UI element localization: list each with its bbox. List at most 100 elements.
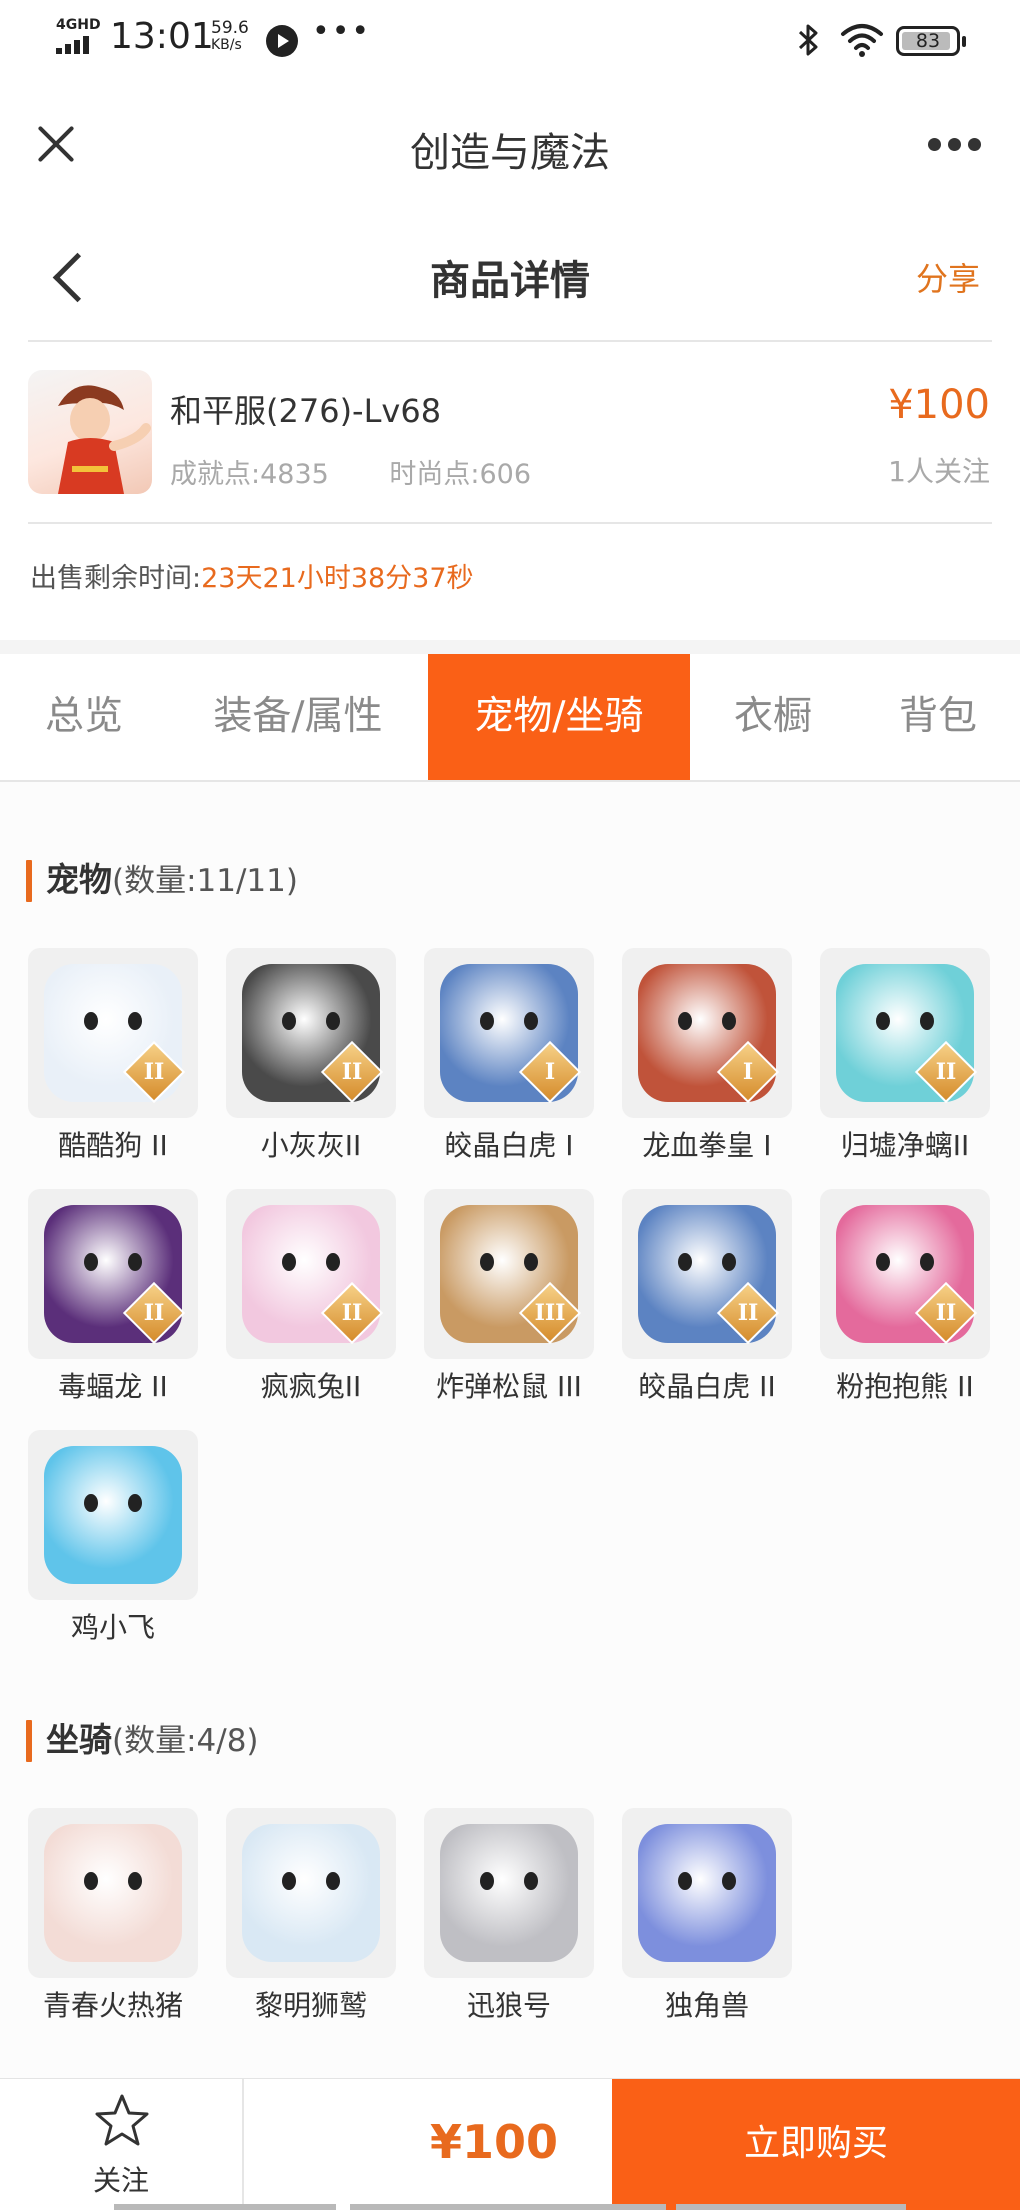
pet-item[interactable]: I 皎晶白虎 I [424, 948, 594, 1178]
divider [28, 340, 992, 342]
tier-badge-text: I [544, 1059, 556, 1085]
status-bar: 4GHD 13:01 59.6 KB/s ••• 83 [0, 0, 1020, 80]
pet-item[interactable]: II 疯疯兔II [226, 1189, 396, 1419]
pet-item[interactable]: I 龙血拳皇 I [622, 948, 792, 1178]
buy-now-button[interactable]: 立即购买 [612, 2079, 1020, 2210]
pet-item[interactable]: 鸡小飞 [28, 1430, 198, 1660]
battery-level: 83 [915, 30, 941, 52]
pet-item[interactable]: II 小灰灰II [226, 948, 396, 1178]
network-type: 4GHD [56, 17, 101, 33]
scroll-indicator [114, 2204, 336, 2210]
wifi-icon [841, 24, 883, 57]
mount-item[interactable]: 迅狼号 [424, 1808, 594, 2038]
mount-item[interactable]: 青春火热猪 [28, 1808, 198, 2038]
pet-thumbnail [28, 1430, 198, 1600]
scroll-indicator [676, 2204, 906, 2210]
character-avatar [28, 370, 152, 494]
tier-badge-text: II [737, 1300, 759, 1326]
section-gap [0, 640, 1020, 654]
tier-badge-text: II [143, 1059, 165, 1085]
mount-name: 独角兽 [664, 1989, 749, 2022]
signal-icon [56, 34, 98, 54]
pet-name: 龙血拳皇 I [642, 1129, 772, 1162]
mount-name: 迅狼号 [466, 1989, 551, 2022]
pets-mounts-panel: 宠物(数量:11/11) II 酷酷狗 II II 小灰灰II I 皎晶白虎 I I 龙血拳皇… [0, 782, 1020, 2078]
star-icon [95, 2094, 149, 2146]
pet-name: 鸡小飞 [70, 1611, 155, 1644]
tier-badge-text: II [143, 1300, 165, 1326]
page-header: 商品详情 分享 [0, 210, 1020, 342]
mount-thumbnail [622, 1808, 792, 1978]
product-stats: 成就点:4835 时尚点:606 [170, 452, 583, 491]
pet-name: 小灰灰II [260, 1129, 362, 1162]
mount-thumbnail [424, 1808, 594, 1978]
pet-name: 皎晶白虎 II [638, 1370, 776, 1403]
follow-label: 关注 [92, 2164, 149, 2197]
share-button[interactable]: 分享 [916, 254, 980, 300]
pets-title: 宠物 [46, 860, 112, 899]
bottom-price: ¥100 [429, 2115, 558, 2169]
creature-art [44, 1446, 182, 1584]
tab-wardrobe[interactable]: 衣橱 [690, 654, 856, 780]
follow-button[interactable]: 关注 [0, 2079, 244, 2210]
creature-art [242, 1824, 380, 1962]
mount-thumbnail [226, 1808, 396, 1978]
tab-backpack[interactable]: 背包 [856, 654, 1020, 780]
product-price: ¥100 [888, 382, 990, 428]
battery-icon: 83 [896, 26, 966, 56]
tier-badge-text: II [935, 1300, 957, 1326]
pet-name: 皎晶白虎 I [444, 1129, 574, 1162]
bluetooth-icon [798, 24, 818, 56]
pet-name: 炸弹松鼠 III [436, 1370, 582, 1403]
network-speed: 59.6 KB/s [211, 20, 249, 54]
pet-name: 酷酷狗 II [58, 1129, 168, 1162]
tier-badge-text: I [742, 1059, 754, 1085]
mounts-title: 坐骑 [46, 1720, 112, 1759]
creature-art [44, 1824, 182, 1962]
tier-badge-text: III [534, 1300, 566, 1326]
pet-item[interactable]: II 归墟净螭II [820, 948, 990, 1178]
server-level: 和平服(276)-Lv68 [170, 392, 442, 430]
mount-item[interactable]: 独角兽 [622, 1808, 792, 2038]
tab-bar: 总览 装备/属性 宠物/坐骑 衣橱 背包 [0, 654, 1020, 782]
pets-section-title: 宠物(数量:11/11) [26, 858, 298, 902]
mount-thumbnail [28, 1808, 198, 1978]
app-bar: 创造与魔法 [0, 80, 1020, 210]
pet-name: 疯疯兔II [260, 1370, 362, 1403]
scroll-indicator [350, 2204, 666, 2210]
pet-item[interactable]: III 炸弹松鼠 III [424, 1189, 594, 1419]
pet-item[interactable]: II 毒蝠龙 II [28, 1189, 198, 1419]
sale-time-label: 出售剩余时间: [30, 563, 202, 594]
mounts-section-title: 坐骑(数量:4/8) [26, 1718, 259, 1762]
pets-count: (数量:11/11) [112, 863, 298, 899]
more-options-icon[interactable] [928, 138, 984, 152]
speed-value: 59.6 [211, 18, 249, 38]
creature-art [440, 1824, 578, 1962]
tier-badge-text: II [935, 1059, 957, 1085]
bottom-action-bar: 关注 ¥100 立即购买 [0, 2078, 1020, 2210]
creature-art [638, 1824, 776, 1962]
pet-item[interactable]: II 粉抱抱熊 II [820, 1189, 990, 1419]
mounts-count: (数量:4/8) [112, 1723, 259, 1759]
sale-time-value: 23天21小时38分37秒 [201, 563, 474, 594]
tab-overview[interactable]: 总览 [0, 654, 168, 780]
product-summary: 和平服(276)-Lv68 成就点:4835 时尚点:606 ¥100 1人关注 [0, 344, 1020, 524]
pet-name: 毒蝠龙 II [58, 1370, 168, 1403]
page-title: 商品详情 [430, 258, 590, 304]
pet-name: 粉抱抱熊 II [836, 1370, 974, 1403]
play-icon [266, 25, 298, 57]
pet-name: 归墟净螭II [840, 1129, 970, 1162]
clock: 13:01 [110, 16, 214, 57]
tab-equipment[interactable]: 装备/属性 [168, 654, 428, 780]
achievement-points: 成就点:4835 [170, 459, 329, 490]
app-title: 创造与魔法 [410, 130, 610, 176]
fashion-points: 时尚点:606 [389, 459, 532, 490]
tab-pets-mounts[interactable]: 宠物/坐骑 [428, 654, 690, 780]
sale-remaining-time: 出售剩余时间:23天21小时38分37秒 [30, 556, 474, 595]
mount-item[interactable]: 黎明狮鹫 [226, 1808, 396, 2038]
tier-badge-text: II [341, 1059, 363, 1085]
tier-badge-text: II [341, 1300, 363, 1326]
pet-item[interactable]: II 酷酷狗 II [28, 948, 198, 1178]
more-notifications-icon: ••• [312, 14, 372, 49]
pet-item[interactable]: II 皎晶白虎 II [622, 1189, 792, 1419]
